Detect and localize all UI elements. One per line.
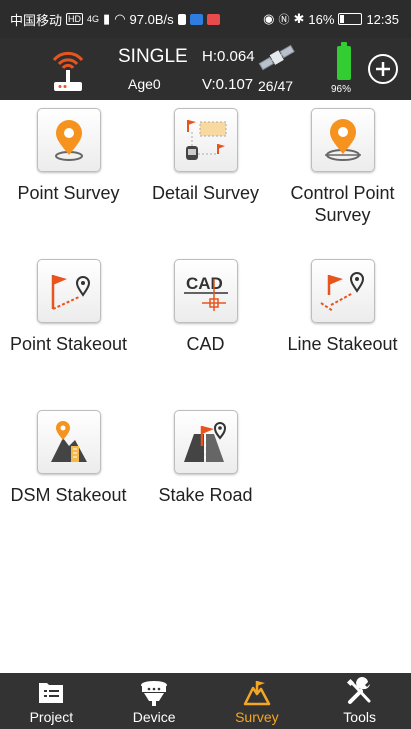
cad-label: CAD — [186, 334, 225, 354]
notification-icon — [177, 13, 186, 25]
battery-percent: 16% — [308, 11, 335, 27]
tools-icon — [346, 677, 371, 704]
eye-icon: ◉ — [263, 11, 275, 26]
line-stakeout-tile[interactable] — [310, 259, 375, 323]
line-stakeout-item[interactable]: Line Stakeout — [274, 259, 411, 355]
control-point-icon — [324, 119, 361, 161]
signal-label: 4G — [87, 14, 100, 24]
nav-device-label: Device — [132, 709, 176, 725]
detail-survey-tile[interactable] — [173, 108, 238, 172]
detail-survey-item[interactable]: Detail Survey — [137, 108, 274, 204]
signal-bars-icon: ▮ — [103, 11, 111, 26]
control-point-survey-tile[interactable] — [310, 108, 375, 172]
app-notification-icon-2 — [206, 13, 220, 25]
horizontal-precision: H:0.064 — [202, 48, 255, 65]
satellite-icon[interactable] — [255, 42, 299, 74]
point-survey-item[interactable]: Point Survey — [0, 108, 137, 204]
bluetooth-icon: ✱ — [293, 11, 305, 26]
receiver-battery-icon — [337, 46, 351, 80]
dsm-stakeout-item[interactable]: DSM Stakeout — [0, 410, 137, 506]
point-stakeout-item[interactable]: Point Stakeout — [0, 259, 137, 355]
point-stakeout-icon — [51, 275, 90, 310]
plus-icon — [376, 62, 390, 76]
control-point-survey-label: Control Point Survey — [290, 183, 395, 225]
vertical-precision: V:0.107 — [202, 76, 254, 93]
nav-project[interactable]: Project — [0, 673, 103, 729]
nav-tools[interactable]: Tools — [308, 673, 411, 729]
point-stakeout-label: Point Stakeout — [9, 334, 128, 354]
nav-project-label: Project — [29, 709, 74, 725]
svg-text:CAD: CAD — [186, 274, 223, 293]
wifi-icon: ◠ — [114, 11, 126, 26]
net-speed: 97.0B/s — [129, 11, 174, 27]
nav-survey[interactable]: Survey — [206, 673, 309, 729]
solution-mode: SINGLE — [118, 46, 188, 67]
stake-road-tile[interactable] — [173, 410, 238, 474]
cad-icon: CAD — [183, 274, 228, 311]
nav-survey-label: Survey — [235, 709, 279, 725]
line-stakeout-label: Line Stakeout — [287, 334, 398, 354]
detail-survey-icon — [185, 120, 226, 160]
carrier-name: 中国移动 — [10, 12, 63, 28]
dsm-stakeout-tile[interactable] — [36, 410, 101, 474]
stake-road-icon — [183, 422, 226, 462]
nav-device[interactable]: Device — [103, 673, 206, 729]
cad-tile[interactable]: CAD — [173, 259, 238, 323]
clock: 12:35 — [366, 11, 399, 27]
gnss-receiver-icon — [141, 681, 168, 706]
system-status-bar: 中国移动 HD 4G ▮ ◠ 97.0B/s ◉ Ⓝ ✱ 16% 12:35 — [0, 0, 411, 38]
bottom-navigation: Project Device Survey Tools — [0, 673, 411, 729]
nav-tools-label: Tools — [343, 709, 376, 725]
add-button[interactable] — [368, 54, 398, 84]
cad-item[interactable]: CAD CAD — [137, 259, 274, 355]
detail-survey-label: Detail Survey — [151, 183, 260, 203]
line-stakeout-icon — [319, 272, 364, 312]
battery-icon — [338, 13, 363, 25]
correction-age: Age0 — [128, 76, 161, 92]
hd-icon: HD — [66, 13, 84, 25]
point-stakeout-tile[interactable] — [36, 259, 101, 323]
receiver-battery-percent: 96% — [331, 84, 352, 95]
gnss-status-header: SINGLE Age0 H:0.064 V:0.107 26/47 96% — [0, 38, 411, 100]
nfc-icon: Ⓝ — [278, 14, 290, 26]
point-survey-tile[interactable] — [36, 108, 101, 172]
satellite-count: 26/47 — [258, 78, 294, 94]
stake-road-item[interactable]: Stake Road — [137, 410, 274, 506]
dsm-stakeout-label: DSM Stakeout — [10, 485, 127, 505]
stake-road-label: Stake Road — [158, 485, 253, 505]
project-list-icon — [39, 683, 64, 703]
app-notification-icon — [189, 13, 203, 25]
location-pin-icon — [54, 120, 83, 161]
point-survey-label: Point Survey — [17, 183, 120, 203]
control-point-survey-item[interactable]: Control Point Survey — [274, 108, 411, 226]
dsm-stakeout-icon — [50, 421, 87, 462]
receiver-signal-icon[interactable] — [48, 44, 88, 94]
survey-icon — [243, 681, 271, 706]
